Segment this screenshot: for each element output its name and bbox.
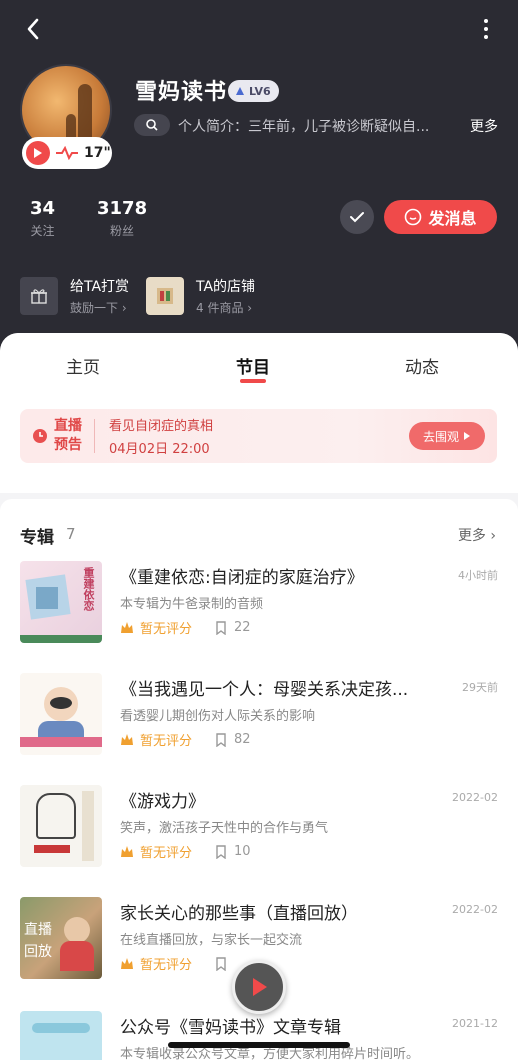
level-icon bbox=[236, 87, 244, 95]
bookmark-icon bbox=[216, 732, 226, 747]
tab-activity[interactable]: 动态 bbox=[405, 353, 439, 378]
level-badge: LV6 bbox=[228, 80, 279, 102]
mini-player[interactable] bbox=[232, 960, 286, 1014]
crown-icon bbox=[121, 622, 133, 633]
tip-shortcut[interactable]: 给TA打赏 鼓励一下 › bbox=[20, 276, 129, 316]
bio-more-link[interactable]: 更多 bbox=[470, 116, 498, 136]
play-triangle-icon bbox=[464, 432, 470, 440]
live-time: 04月02日 22:00 bbox=[109, 442, 210, 457]
tab-home[interactable]: 主页 bbox=[66, 353, 100, 378]
album-item[interactable]: 公众号《雪妈读书》文章专辑 2021-12 本专辑收录公众号文章，方便大家利用碎… bbox=[20, 1011, 498, 1060]
profile-bio: 个人简介：三年前，儿子被诊断疑似自... bbox=[178, 119, 430, 135]
audio-intro-pill[interactable]: 17" bbox=[22, 137, 112, 169]
check-icon bbox=[350, 212, 364, 223]
profile-header: 17" 雪妈读书 LV6 个人简介：三年前，儿子被诊断疑似自... 更多 34 … bbox=[0, 0, 518, 345]
live-title: 看见自闭症的真相 bbox=[109, 419, 214, 434]
clock-icon bbox=[33, 429, 47, 443]
albums-heading: 专辑 bbox=[20, 528, 54, 548]
play-icon bbox=[253, 978, 267, 996]
album-cover bbox=[20, 673, 102, 755]
gift-icon bbox=[20, 277, 58, 315]
profile-name: 雪妈读书 bbox=[135, 80, 228, 105]
watch-live-button[interactable]: 去围观 bbox=[409, 422, 485, 450]
bookmark-icon bbox=[216, 956, 226, 971]
audio-duration: 17" bbox=[84, 145, 111, 161]
play-icon bbox=[26, 141, 50, 165]
following-stat[interactable]: 34 关注 bbox=[30, 198, 55, 239]
album-cover: 重建依恋 bbox=[20, 561, 102, 643]
shop-shortcut[interactable]: TA的店铺 4 件商品 › bbox=[146, 276, 255, 316]
live-preview-tag: 直播预告 bbox=[54, 418, 82, 453]
chevron-left-icon bbox=[27, 18, 39, 40]
tabs-card: 主页 节目 动态 直播预告 看见自闭症的真相 04月02日 22:00 去围观 bbox=[0, 333, 518, 493]
waveform-icon bbox=[56, 146, 78, 160]
album-item[interactable]: 《游戏力》 2022-02 笑声，激活孩子天性中的合作与勇气 暂无评分 10 bbox=[20, 785, 498, 867]
album-cover: 直播回放 bbox=[20, 897, 102, 979]
active-tab-indicator bbox=[240, 379, 266, 383]
album-item[interactable]: 《当我遇见一个人：母婴关系决定孩... 29天前 看透婴儿期创伤对人际关系的影响… bbox=[20, 673, 498, 755]
chat-bubble-icon bbox=[405, 208, 422, 226]
tab-programs[interactable]: 节目 bbox=[236, 353, 270, 378]
albums-count: 7 bbox=[66, 525, 76, 543]
albums-more-link[interactable]: 更多 › bbox=[458, 525, 496, 545]
live-preview-banner[interactable]: 直播预告 看见自闭症的真相 04月02日 22:00 去围观 bbox=[20, 409, 497, 463]
send-message-button[interactable]: 发消息 bbox=[384, 200, 497, 234]
shop-icon bbox=[146, 277, 184, 315]
bio-search-icon bbox=[134, 114, 170, 136]
home-indicator bbox=[168, 1042, 350, 1048]
crown-icon bbox=[121, 734, 133, 745]
album-cover bbox=[20, 785, 102, 867]
crown-icon bbox=[121, 846, 133, 857]
crown-icon bbox=[121, 958, 133, 969]
album-cover bbox=[20, 1011, 102, 1060]
album-item[interactable]: 重建依恋 《重建依恋:自闭症的家庭治疗》 4小时前 本专辑为牛爸录制的音频 暂无… bbox=[20, 561, 498, 643]
more-options-icon[interactable] bbox=[476, 14, 496, 44]
content-sheet: 主页 节目 动态 直播预告 看见自闭症的真相 04月02日 22:00 去围观 … bbox=[0, 333, 518, 1060]
bookmark-icon bbox=[216, 844, 226, 859]
followers-stat[interactable]: 3178 粉丝 bbox=[97, 198, 147, 239]
bookmark-icon bbox=[216, 620, 226, 635]
followed-button[interactable] bbox=[340, 200, 374, 234]
back-button[interactable] bbox=[18, 14, 48, 44]
